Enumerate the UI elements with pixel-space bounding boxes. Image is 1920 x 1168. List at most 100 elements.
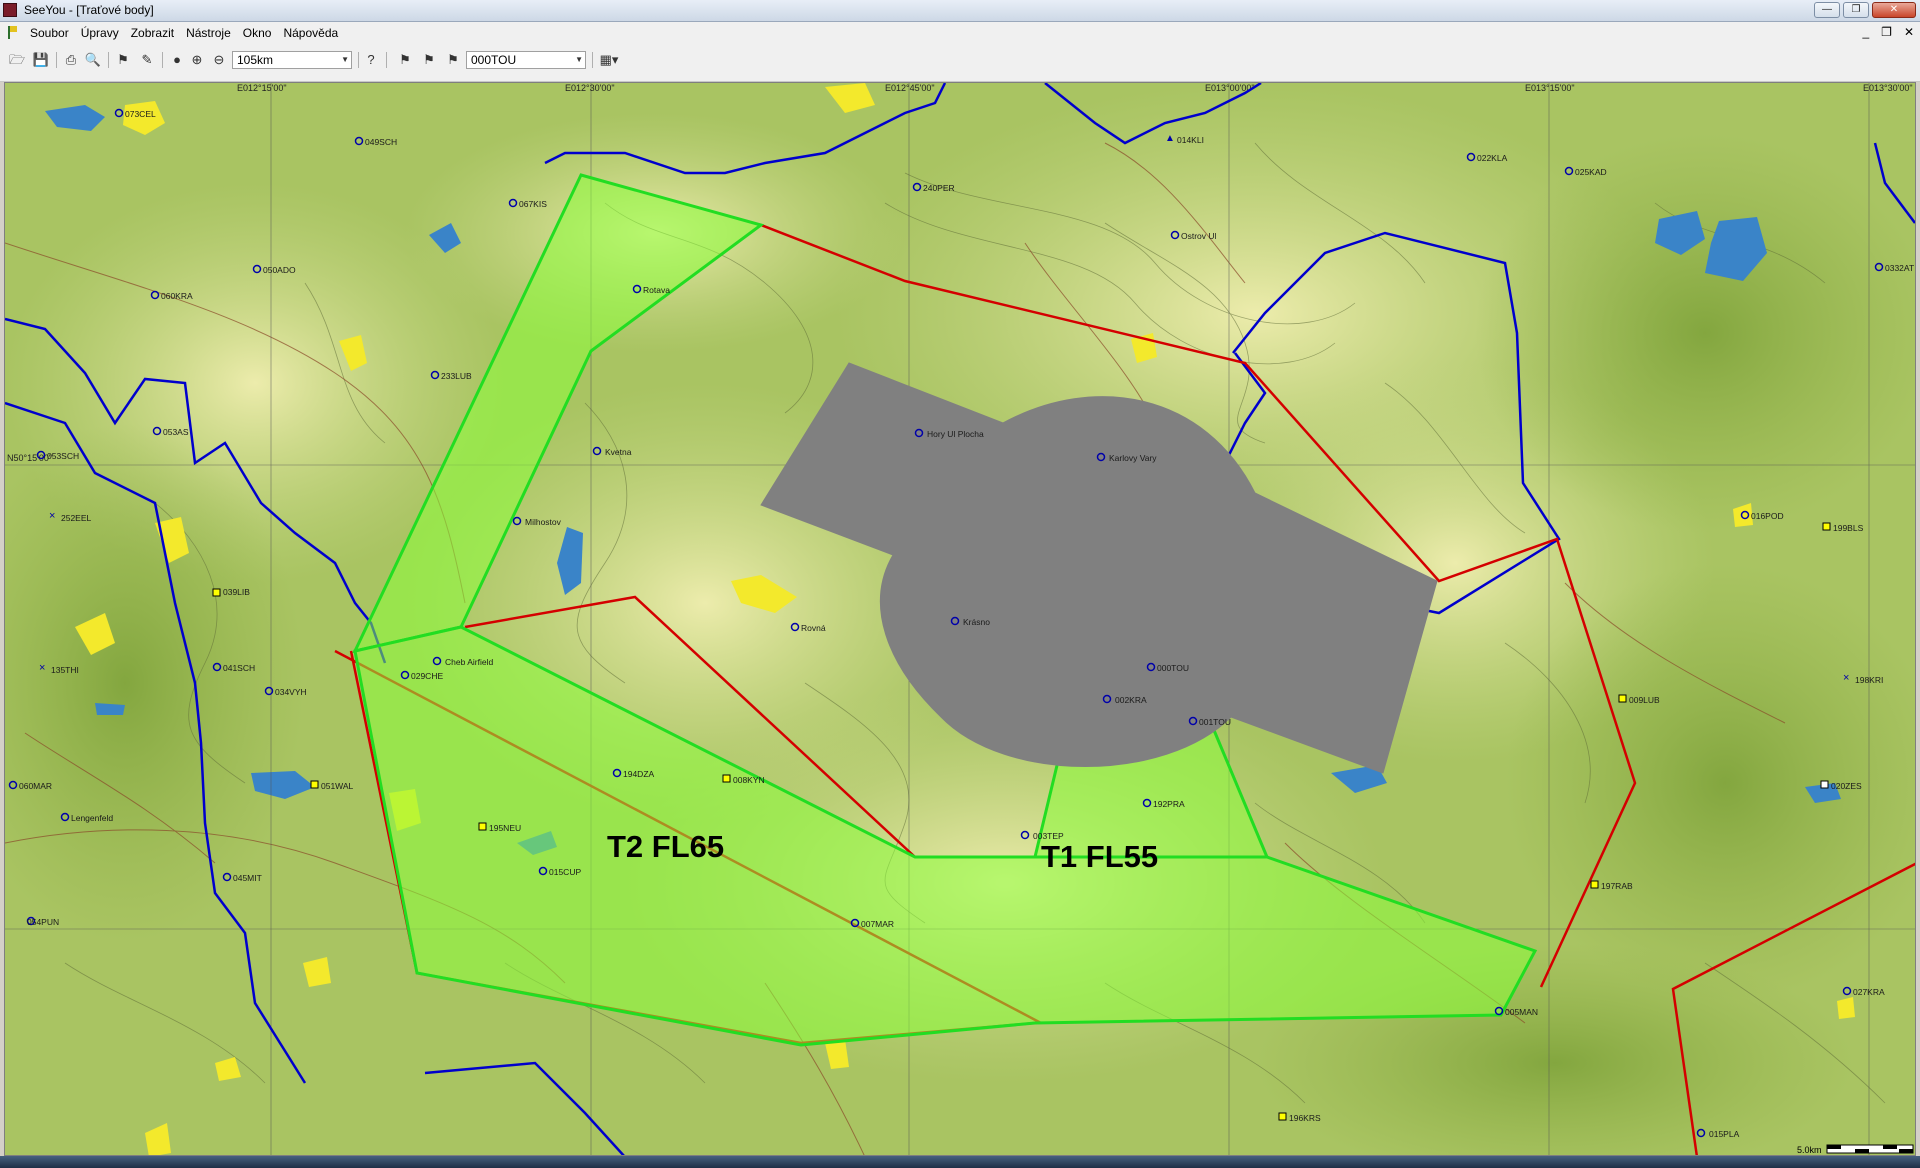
svg-text:060MAR: 060MAR <box>19 781 52 791</box>
svg-text:002KRA: 002KRA <box>1115 695 1147 705</box>
menu-upravy[interactable]: Úpravy <box>81 26 119 40</box>
menu-zobrazit[interactable]: Zobrazit <box>131 26 174 40</box>
svg-text:Krásno: Krásno <box>963 617 990 627</box>
svg-text:000TOU: 000TOU <box>1157 663 1189 673</box>
svg-text:197RAB: 197RAB <box>1601 881 1633 891</box>
svg-text:027KRA: 027KRA <box>1853 987 1885 997</box>
svg-text:015CUP: 015CUP <box>549 867 581 877</box>
edit-task-icon[interactable]: ✎ <box>138 51 156 69</box>
svg-text:051WAL: 051WAL <box>321 781 354 791</box>
svg-text:022KLA: 022KLA <box>1477 153 1508 163</box>
grid-label-lon: E012°30'00" <box>565 83 615 93</box>
help-cursor-icon[interactable]: ? <box>362 51 380 69</box>
menu-nastroje[interactable]: Nástroje <box>186 26 231 40</box>
waypoint[interactable]: 054PUN <box>26 916 59 927</box>
task-start-icon[interactable]: ⚑ <box>396 51 414 69</box>
menu-napoveda[interactable]: Nápověda <box>283 26 338 40</box>
svg-text:049SCH: 049SCH <box>365 137 397 147</box>
menu-soubor[interactable]: Soubor <box>30 26 69 40</box>
save-icon[interactable]: 💾 <box>32 51 50 69</box>
svg-text:073CEL: 073CEL <box>125 109 156 119</box>
svg-text:Karlovy Vary: Karlovy Vary <box>1109 453 1157 463</box>
grid-label-lon: E013°15'00" <box>1525 83 1575 93</box>
grid-label-lon: E012°15'00" <box>237 83 287 93</box>
mdi-restore-button[interactable]: ❐ <box>1881 25 1892 39</box>
svg-text:039LIB: 039LIB <box>223 587 250 597</box>
toolbar-separator <box>386 52 387 68</box>
svg-text:014KLI: 014KLI <box>1177 135 1204 145</box>
print-preview-icon[interactable]: 🔍 <box>84 51 102 69</box>
close-button[interactable]: ✕ <box>1872 2 1916 18</box>
zoom-in-icon[interactable]: ⊕ <box>188 51 206 69</box>
scale-label: 5.0km <box>1797 1145 1822 1155</box>
title-bar: SeeYou - [Traťové body] — ❐ ✕ <box>0 0 1920 22</box>
zoom-out-icon[interactable]: ⊖ <box>210 51 228 69</box>
toolbar-separator <box>358 52 359 68</box>
svg-text:252EEL: 252EEL <box>61 513 92 523</box>
svg-text:Milhostov: Milhostov <box>525 517 562 527</box>
svg-text:Lengenfeld: Lengenfeld <box>71 813 113 823</box>
map-view[interactable]: E012°15'00" E012°30'00" E012°45'00" E013… <box>4 82 1916 1156</box>
table-view-icon[interactable]: ▦▾ <box>596 51 622 69</box>
zoom-level-select[interactable]: 105km ▼ <box>232 51 352 69</box>
svg-text:007MAR: 007MAR <box>861 919 894 929</box>
waypoint-select-value: 000TOU <box>471 53 517 67</box>
task-next-icon[interactable]: ⚑ <box>420 51 438 69</box>
zoom-level-value: 105km <box>237 53 274 67</box>
grid-label-lat: N50°15'00" <box>7 453 52 463</box>
svg-text:192PRA: 192PRA <box>1153 799 1185 809</box>
window-title: SeeYou - [Traťové body] <box>24 3 154 17</box>
svg-text:034VYH: 034VYH <box>275 687 307 697</box>
toolbar-separator <box>108 52 109 68</box>
task-label-t2: T2 FL65 <box>607 829 724 864</box>
svg-text:Ostrov Ul: Ostrov Ul <box>1181 231 1217 241</box>
svg-text:Rovná: Rovná <box>801 623 826 633</box>
svg-text:×: × <box>39 662 45 674</box>
svg-text:195NEU: 195NEU <box>489 823 521 833</box>
svg-text:045MIT: 045MIT <box>233 873 262 883</box>
mdi-close-button[interactable]: ✕ <box>1904 25 1914 39</box>
task-finish-icon[interactable]: ⚑ <box>444 51 462 69</box>
mdi-controls: _ ❐ ✕ <box>1862 25 1914 39</box>
svg-text:067KIS: 067KIS <box>519 199 547 209</box>
svg-text:005MAN: 005MAN <box>1505 1007 1538 1017</box>
waypoint-select[interactable]: 000TOU ▼ <box>466 51 586 69</box>
svg-text:240PER: 240PER <box>923 183 955 193</box>
svg-text:0332AT: 0332AT <box>1885 263 1914 273</box>
menu-okno[interactable]: Okno <box>243 26 272 40</box>
maximize-button[interactable]: ❐ <box>1843 2 1869 18</box>
svg-text:041SCH: 041SCH <box>223 663 255 673</box>
map-canvas[interactable]: E012°15'00" E012°30'00" E012°45'00" E013… <box>5 83 1916 1156</box>
svg-text:194DZA: 194DZA <box>623 769 655 779</box>
svg-text:×: × <box>1843 672 1849 684</box>
svg-text:Kvetna: Kvetna <box>605 447 632 457</box>
grid-label-lon: E013°30'00" <box>1863 83 1913 93</box>
open-folder-icon[interactable]: 🗁 <box>8 51 26 69</box>
os-taskbar <box>0 1156 1920 1168</box>
toolbar-separator <box>592 52 593 68</box>
svg-text:053AS: 053AS <box>163 427 189 437</box>
svg-text:016POD: 016POD <box>1751 511 1784 521</box>
svg-text:Rotava: Rotava <box>643 285 670 295</box>
minimize-button[interactable]: — <box>1814 2 1840 18</box>
toolbar: 🗁 💾 ⎙ 🔍 ⚑ ✎ ● ⊕ ⊖ 105km ▼ ? ⚑ ⚑ ⚑ 000TOU… <box>0 44 1920 82</box>
seeyou-app-icon[interactable] <box>3 3 17 17</box>
toolbar-separator <box>56 52 57 68</box>
mdi-minimize-button[interactable]: _ <box>1862 25 1869 39</box>
waypoint[interactable]: 039LIB <box>212 587 250 597</box>
svg-text:001TOU: 001TOU <box>1199 717 1231 727</box>
waypoint[interactable]: ▲ 014KLI <box>1165 133 1204 145</box>
print-icon[interactable]: ⎙ <box>62 51 80 69</box>
svg-text:199BLS: 199BLS <box>1833 523 1864 533</box>
svg-text:135THI: 135THI <box>51 665 79 675</box>
chevron-down-icon: ▼ <box>341 55 349 64</box>
globe-icon[interactable]: ● <box>168 51 186 69</box>
svg-text:198KRI: 198KRI <box>1855 675 1883 685</box>
svg-text:Cheb Airfield: Cheb Airfield <box>445 657 493 667</box>
svg-text:025KAD: 025KAD <box>1575 167 1607 177</box>
svg-text:060KRA: 060KRA <box>161 291 193 301</box>
svg-text:053SCH: 053SCH <box>47 451 79 461</box>
waypoint-flag-icon[interactable]: ⚑ <box>114 51 132 69</box>
scale-bar: 5.0km <box>1797 1144 1914 1155</box>
document-icon[interactable] <box>8 26 18 39</box>
